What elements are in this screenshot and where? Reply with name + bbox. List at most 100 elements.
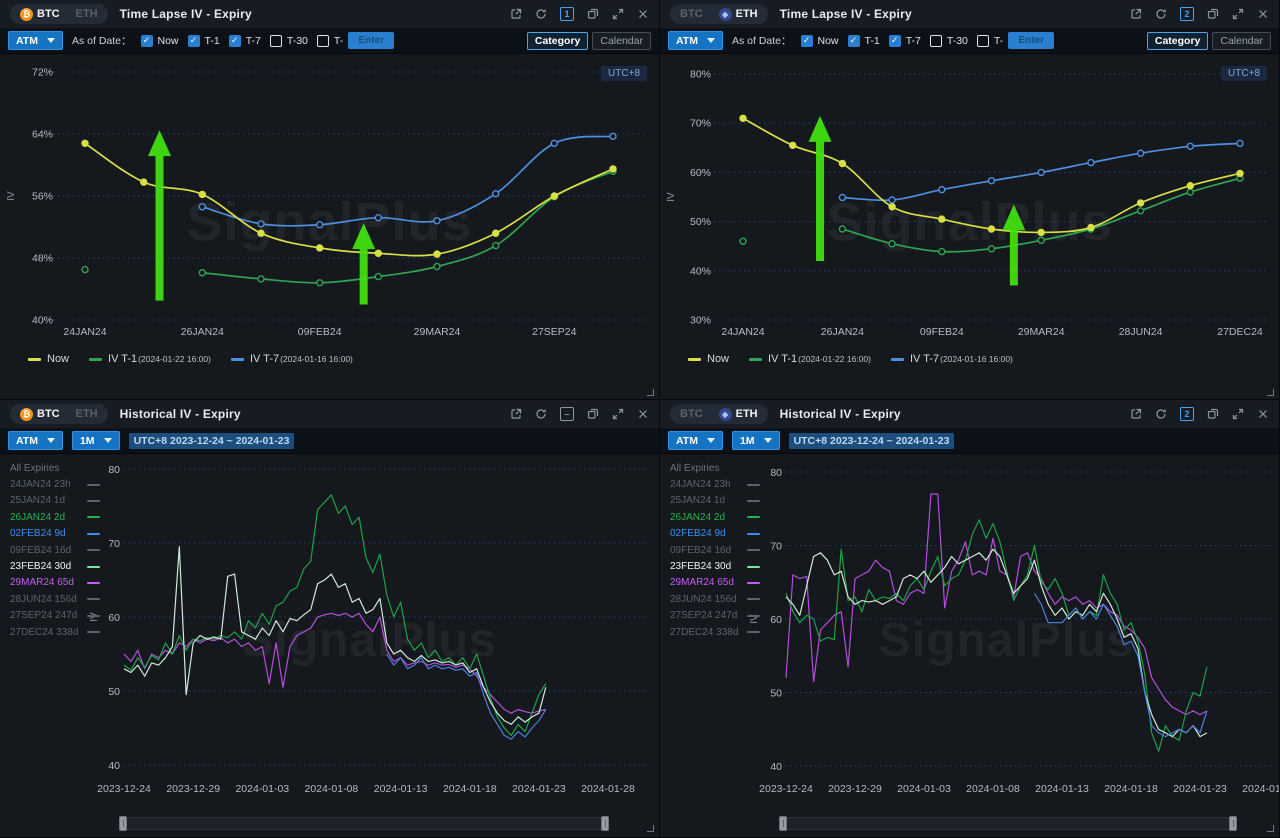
expiry-list-item[interactable]: 27SEP24 247d <box>10 608 105 624</box>
expiry-list-item[interactable]: 28JUN24 156d <box>10 591 105 607</box>
duplicate-icon[interactable] <box>1207 8 1219 20</box>
legend-t7[interactable]: IV T-7(2024-01-16 16:00) <box>891 353 1013 365</box>
expiry-list-item[interactable]: 24JAN24 23h <box>670 476 765 492</box>
time-range-scrollbar[interactable] <box>779 817 1237 830</box>
resize-corner[interactable] <box>1267 825 1274 832</box>
date-range-value[interactable]: UTC+8 2023-12-24 ~ 2024-01-23 <box>789 433 955 449</box>
duplicate-icon[interactable] <box>1207 408 1219 420</box>
range-handle-left[interactable] <box>779 816 787 831</box>
checkbox-now[interactable]: ✓Now <box>801 35 839 47</box>
expiry-list-all[interactable]: All Expiries <box>10 460 105 476</box>
expiry-list-item[interactable]: 29MAR24 65d <box>10 575 105 591</box>
expiry-list-item[interactable]: 27DEC24 338d <box>670 624 765 640</box>
close-icon[interactable] <box>637 408 649 420</box>
expiry-list-all[interactable]: All Expiries <box>670 460 765 476</box>
expiry-list-item[interactable]: 24JAN24 23h <box>10 476 105 492</box>
checkbox-t30[interactable]: T-30 <box>270 35 308 47</box>
checkbox-t7[interactable]: ✓T-7 <box>229 35 261 47</box>
date-range-value[interactable]: UTC+8 2023-12-24 ~ 2024-01-23 <box>129 433 295 449</box>
duplicate-icon[interactable] <box>587 408 599 420</box>
fullscreen-icon[interactable] <box>612 8 624 20</box>
fullscreen-icon[interactable] <box>1232 8 1244 20</box>
link-group-badge[interactable]: – <box>560 407 574 421</box>
btc-timelapse-chart[interactable]: 40%48%56%64%72%24JAN2426JAN2409FEB2429MA… <box>0 54 660 400</box>
external-link-icon[interactable] <box>510 8 522 20</box>
expiry-list-item[interactable]: 27DEC24 338d <box>10 624 105 640</box>
refresh-icon[interactable] <box>535 8 547 20</box>
coin-toggle[interactable]: BTC ◆ETH <box>670 404 768 424</box>
expiry-list-item[interactable]: 26JAN24 2d <box>670 509 765 525</box>
expiry-list-item[interactable]: 28JUN24 156d <box>670 591 765 607</box>
period-select[interactable]: 1M <box>732 431 780 450</box>
legend-t7[interactable]: IV T-7(2024-01-16 16:00) <box>231 353 353 365</box>
refresh-icon[interactable] <box>1155 8 1167 20</box>
coin-eth[interactable]: ETH <box>69 6 105 22</box>
external-link-icon[interactable] <box>1130 408 1142 420</box>
range-handle-left[interactable] <box>119 816 127 831</box>
coin-toggle[interactable]: ₿BTC ETH <box>10 4 108 24</box>
link-group-badge[interactable]: 2 <box>1180 7 1194 21</box>
calendar-tab[interactable]: Calendar <box>1212 32 1271 50</box>
atm-select[interactable]: ATM <box>668 431 723 450</box>
expiry-list-item[interactable]: 09FEB24 16d <box>670 542 765 558</box>
coin-eth[interactable]: ◆ETH <box>712 406 765 422</box>
atm-select[interactable]: ATM <box>8 431 63 450</box>
coin-btc[interactable]: ₿BTC <box>13 6 67 22</box>
expiry-list-item[interactable]: 23FEB24 30d <box>670 558 765 574</box>
coin-toggle[interactable]: BTC ◆ETH <box>670 4 768 24</box>
duplicate-icon[interactable] <box>587 8 599 20</box>
expiry-list-item[interactable]: 25JAN24 1d <box>10 493 105 509</box>
link-group-badge[interactable]: 1 <box>560 7 574 21</box>
atm-select[interactable]: ATM <box>8 31 63 50</box>
custom-days-input[interactable]: Enter <box>348 32 394 49</box>
category-tab[interactable]: Category <box>527 32 589 50</box>
period-select[interactable]: 1M <box>72 431 120 450</box>
coin-btc[interactable]: ₿BTC <box>13 406 67 422</box>
coin-toggle[interactable]: ₿BTC ETH <box>10 404 108 424</box>
expiry-list-item[interactable]: 09FEB24 16d <box>10 542 105 558</box>
range-handle-right[interactable] <box>601 816 609 831</box>
category-tab[interactable]: Category <box>1147 32 1209 50</box>
custom-days-input[interactable]: Enter <box>1008 32 1054 49</box>
expiry-list-item[interactable]: 23FEB24 30d <box>10 558 105 574</box>
link-group-badge[interactable]: 2 <box>1180 407 1194 421</box>
refresh-icon[interactable] <box>1155 408 1167 420</box>
checkbox-t30[interactable]: T-30 <box>930 35 968 47</box>
fullscreen-icon[interactable] <box>612 408 624 420</box>
expiry-list-item[interactable]: 27SEP24 247d <box>670 608 765 624</box>
external-link-icon[interactable] <box>1130 8 1142 20</box>
expiry-list-item[interactable]: 02FEB24 9d <box>10 526 105 542</box>
close-icon[interactable] <box>637 8 649 20</box>
atm-select[interactable]: ATM <box>668 31 723 50</box>
resize-corner[interactable] <box>647 825 654 832</box>
coin-btc[interactable]: BTC <box>673 406 710 422</box>
expiry-list-item[interactable]: 29MAR24 65d <box>670 575 765 591</box>
expiry-list-item[interactable]: 25JAN24 1d <box>670 493 765 509</box>
checkbox-t-custom[interactable]: T- <box>317 35 343 47</box>
checkbox-t7[interactable]: ✓T-7 <box>889 35 921 47</box>
refresh-icon[interactable] <box>535 408 547 420</box>
checkbox-t-custom[interactable]: T- <box>977 35 1003 47</box>
expiry-list-item[interactable]: 26JAN24 2d <box>10 509 105 525</box>
eth-timelapse-chart[interactable]: 30%40%50%60%70%80%24JAN2426JAN2409FEB242… <box>660 54 1280 400</box>
close-icon[interactable] <box>1257 408 1269 420</box>
close-icon[interactable] <box>1257 8 1269 20</box>
checkbox-t1[interactable]: ✓T-1 <box>848 35 880 47</box>
legend-now[interactable]: Now <box>28 353 69 365</box>
checkbox-now[interactable]: ✓Now <box>141 35 179 47</box>
legend-t1[interactable]: IV T-1(2024-01-22 16:00) <box>749 353 871 365</box>
legend-now[interactable]: Now <box>688 353 729 365</box>
range-handle-right[interactable] <box>1229 816 1237 831</box>
coin-eth[interactable]: ETH <box>69 406 105 422</box>
expiry-list-item[interactable]: 02FEB24 9d <box>670 526 765 542</box>
fullscreen-icon[interactable] <box>1232 408 1244 420</box>
checkbox-t1[interactable]: ✓T-1 <box>188 35 220 47</box>
resize-corner[interactable] <box>647 389 654 396</box>
calendar-tab[interactable]: Calendar <box>592 32 651 50</box>
time-range-scrollbar[interactable] <box>119 817 609 830</box>
coin-eth[interactable]: ◆ETH <box>712 6 765 22</box>
external-link-icon[interactable] <box>510 408 522 420</box>
coin-btc[interactable]: BTC <box>673 6 710 22</box>
resize-corner[interactable] <box>1267 389 1274 396</box>
legend-t1[interactable]: IV T-1(2024-01-22 16:00) <box>89 353 211 365</box>
